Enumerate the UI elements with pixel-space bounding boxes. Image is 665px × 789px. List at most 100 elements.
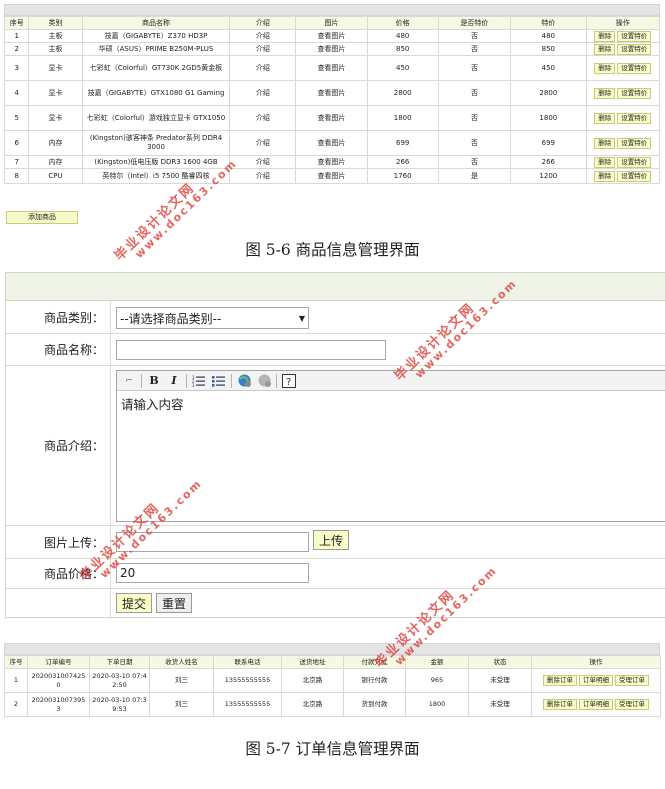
category-select[interactable]: --请选择商品类别-- ▼ [116, 307, 309, 329]
bold-icon[interactable]: B [146, 373, 162, 389]
delete-button[interactable]: 删除 [594, 170, 616, 182]
delete-button[interactable]: 删除 [594, 137, 616, 149]
view-image-link[interactable]: 查看图片 [295, 42, 368, 56]
product-name-cell: 七彩虹（Colorful）GT730K 2GD5黄金板 [81, 55, 231, 81]
operations-cell: 删除 设置特价 [585, 168, 661, 184]
delete-button[interactable]: 删除 [594, 43, 616, 55]
delete-order-button[interactable]: 删除订单 [543, 699, 577, 710]
view-image-link[interactable]: 查看图片 [295, 55, 368, 81]
category-cell: 主板 [28, 29, 83, 43]
view-image-link[interactable]: 查看图片 [295, 130, 368, 156]
svg-text:3: 3 [192, 383, 195, 387]
table-row: 8 CPU 英特尔（Intel）i5 7500 酷睿四核 介绍 查看图片 1760 是 120… [3, 168, 661, 184]
view-image-link[interactable]: 查看图片 [295, 80, 368, 106]
accept-order-button[interactable]: 受理订单 [615, 675, 649, 686]
category-cell: CPU [28, 168, 83, 184]
intro-link[interactable]: 介绍 [229, 105, 297, 131]
set-special-button[interactable]: 设置特价 [617, 43, 652, 55]
delete-button[interactable]: 删除 [594, 156, 616, 168]
price-cell: 1800 [366, 105, 439, 131]
intro-link[interactable]: 介绍 [229, 168, 297, 184]
address-cell: 北京路 [281, 692, 344, 717]
set-special-button[interactable]: 设置特价 [617, 137, 652, 149]
intro-link[interactable]: 介绍 [229, 155, 297, 169]
receiver-cell: 刘三 [149, 692, 214, 717]
delete-button[interactable]: 删除 [594, 112, 616, 124]
submit-button[interactable]: 提交 [116, 593, 153, 613]
col-header: 商品名称 [81, 16, 231, 30]
is-special-cell: 否 [437, 42, 512, 56]
price-input[interactable]: 20 [116, 563, 309, 583]
delete-button[interactable]: 删除 [594, 30, 616, 42]
set-special-button[interactable]: 设置特价 [617, 170, 652, 182]
delete-order-button[interactable]: 删除订单 [543, 675, 577, 686]
product-table-header: 序号 类别 商品名称 介绍 图片 价格 是否特价 特价 操作 [3, 16, 661, 30]
set-special-button[interactable]: 设置特价 [617, 87, 652, 99]
editor-content[interactable]: 请输入内容 [117, 391, 665, 416]
table-row: 1 20200310074250 2020-03-10 07:42:50 刘三 1355… [4, 668, 661, 693]
operations-cell: 删除 设置特价 [585, 29, 661, 43]
status-cell: 未受理 [468, 692, 532, 717]
is-special-cell: 否 [437, 29, 512, 43]
reset-button[interactable]: 重置 [156, 593, 193, 613]
order-table-body: 1 20200310074250 2020-03-10 07:42:50 刘三 1355… [4, 668, 661, 717]
order-detail-button[interactable]: 订单明细 [579, 675, 613, 686]
row-number: 2 [4, 692, 28, 717]
col-header: 是否特价 [437, 16, 512, 30]
phone-cell: 13555555555 [213, 668, 282, 693]
product-name-cell: 技嘉（GIGABYTE）GTX1080 G1 Gaming [81, 80, 231, 106]
delete-button[interactable]: 删除 [594, 87, 616, 99]
link-icon[interactable] [236, 373, 252, 389]
col-header: 类别 [28, 16, 83, 30]
accept-order-button[interactable]: 受理订单 [615, 699, 649, 710]
category-cell: 内存 [28, 155, 83, 169]
intro-link[interactable]: 介绍 [229, 42, 297, 56]
order-date-cell: 2020-03-10 07:42:50 [89, 668, 150, 693]
operations-cell: 删除 设置特价 [585, 155, 661, 169]
intro-link[interactable]: 介绍 [229, 80, 297, 106]
product-name-cell: 技嘉（GIGABYTE）Z370 HD3P [81, 29, 231, 43]
receiver-cell: 刘三 [149, 668, 214, 693]
set-special-button[interactable]: 设置特价 [617, 156, 652, 168]
product-name-input[interactable] [116, 340, 386, 360]
price-cell: 850 [366, 42, 439, 56]
intro-link[interactable]: 介绍 [229, 55, 297, 81]
category-cell: 显卡 [28, 80, 83, 106]
figure-caption-5-7: 图 5-7 订单信息管理界面 [245, 740, 420, 758]
view-image-link[interactable]: 查看图片 [295, 168, 368, 184]
upload-button[interactable]: 上传 [313, 530, 350, 550]
rich-text-editor[interactable]: ⌐ B I 123 ? 请输入内容 [116, 370, 665, 522]
set-special-button[interactable]: 设置特价 [617, 62, 652, 74]
view-image-link[interactable]: 查看图片 [295, 155, 368, 169]
delete-button[interactable]: 删除 [594, 62, 616, 74]
unlink-icon[interactable] [256, 373, 272, 389]
intro-link[interactable]: 介绍 [229, 29, 297, 43]
category-row: 商品类别： --请选择商品类别-- ▼ [6, 301, 665, 334]
table-row: 1 主板 技嘉（GIGABYTE）Z370 HD3P 介绍 查看图片 480 否 480 删除设… [3, 29, 661, 43]
col-header: 序号 [4, 655, 28, 669]
is-special-cell: 是 [437, 168, 512, 184]
resize-corner-icon: ⌐ [125, 375, 133, 386]
product-panel-topbar [4, 4, 660, 16]
italic-icon[interactable]: I [166, 373, 182, 389]
help-icon[interactable]: ? [281, 373, 297, 389]
add-product-button[interactable]: 添加商品 [6, 211, 78, 224]
view-image-link[interactable]: 查看图片 [295, 105, 368, 131]
view-image-link[interactable]: 查看图片 [295, 29, 368, 43]
category-cell: 显卡 [28, 55, 83, 81]
col-header: 价格 [366, 16, 439, 30]
row-number: 4 [3, 80, 30, 106]
operations-cell: 删除 设置特价 [585, 42, 661, 56]
intro-link[interactable]: 介绍 [229, 130, 297, 156]
is-special-cell: 否 [437, 105, 512, 131]
order-detail-button[interactable]: 订单明细 [579, 699, 613, 710]
special-price-cell: 480 [510, 29, 587, 43]
unordered-list-icon[interactable] [211, 373, 227, 389]
set-special-button[interactable]: 设置特价 [617, 112, 652, 124]
upload-label: 图片上传： [6, 526, 111, 558]
row-number: 1 [4, 668, 28, 693]
set-special-button[interactable]: 设置特价 [617, 30, 652, 42]
order-table: 序号 订单编号 下单日期 收货人姓名 联系电话 送货地址 付款方式 金额 状态 … [4, 655, 661, 717]
name-label: 商品名称： [6, 334, 111, 365]
ordered-list-icon[interactable]: 123 [191, 373, 207, 389]
